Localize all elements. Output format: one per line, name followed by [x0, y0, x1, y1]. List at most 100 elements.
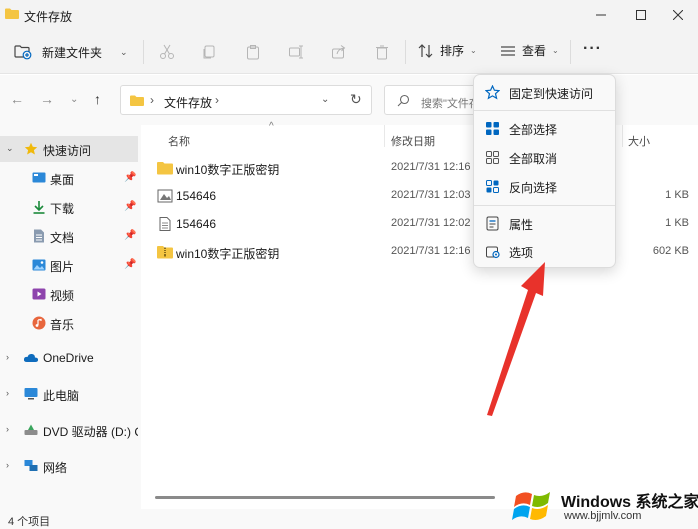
menu-item-pin-to-quick-access[interactable]: 固定到快速访问 — [478, 78, 612, 106]
back-arrow-icon[interactable]: ← — [10, 91, 24, 107]
properties-icon — [486, 216, 499, 231]
menu-item-select-none[interactable]: 全部取消 — [478, 143, 612, 171]
copy-icon — [203, 45, 215, 59]
search-placeholder: 搜索"文件存 — [421, 98, 480, 110]
sidebar-item-onedrive[interactable]: › OneDrive — [0, 345, 138, 371]
chevron-down-icon[interactable]: ⌄ — [6, 143, 14, 154]
column-header-size[interactable]: 大小 — [628, 133, 650, 149]
address-bar[interactable]: › 文件存放 › ⌄ — [120, 85, 372, 115]
recent-locations-chevron-icon[interactable]: ⌄ — [70, 94, 78, 105]
music-icon — [32, 316, 46, 330]
view-button[interactable]: 查看 ⌄ — [500, 42, 559, 59]
image-file-icon — [157, 189, 173, 203]
sidebar-item-this-pc[interactable]: › 此电脑 — [0, 381, 138, 407]
file-date: 2021/7/31 12:02 — [391, 217, 471, 229]
close-button[interactable] — [658, 0, 698, 30]
sidebar-item-label: 桌面 — [50, 173, 75, 187]
pin-icon: 📌 — [124, 259, 137, 270]
forward-arrow-icon[interactable]: → — [40, 91, 54, 107]
invert-selection-icon — [486, 180, 499, 193]
sidebar-item-desktop[interactable]: 桌面 📌 — [0, 165, 138, 191]
chevron-down-icon[interactable]: ⌄ — [321, 94, 329, 105]
sidebar-item-label: 此电脑 — [43, 389, 80, 403]
sidebar-item-label: 网络 — [43, 461, 68, 475]
windows-logo-icon — [512, 492, 550, 520]
close-icon — [673, 10, 683, 20]
picture-icon — [32, 259, 46, 271]
column-divider[interactable] — [384, 125, 385, 147]
scissors-icon — [160, 44, 174, 59]
sidebar-item-videos[interactable]: 视频 — [0, 281, 138, 307]
sidebar-item-pictures[interactable]: 图片 📌 — [0, 252, 138, 278]
sidebar-item-dvd-drive[interactable]: › DVD 驱动器 (D:) CF — [0, 417, 138, 443]
copy-button[interactable] — [199, 42, 219, 62]
horizontal-scrollbar[interactable] — [155, 496, 495, 499]
title-bar: 文件存放 — [0, 0, 698, 30]
desktop-icon — [32, 172, 46, 183]
zip-folder-icon — [157, 246, 173, 259]
breadcrumb[interactable]: 文件存放 — [164, 94, 212, 111]
file-name: 154646 — [176, 217, 217, 231]
paste-icon — [247, 45, 259, 60]
chevron-down-icon: ⌄ — [552, 46, 559, 55]
sidebar-item-label: 文档 — [50, 231, 75, 245]
share-icon — [332, 45, 346, 59]
chevron-right-icon[interactable]: › — [6, 352, 9, 362]
menu-item-options[interactable]: 选项 — [478, 237, 612, 265]
file-date: 2021/7/31 12:16 — [391, 161, 471, 173]
file-size: 1 KB — [665, 189, 689, 201]
menu-item-select-all[interactable]: 全部选择 — [478, 114, 612, 142]
sort-label: 排序 — [440, 44, 465, 58]
chevron-down-icon: ⌄ — [120, 46, 128, 57]
menu-item-label: 固定到快速访问 — [509, 87, 594, 101]
command-bar: 新建文件夹 ⌄ 排序 ⌄ 查看 ⌄ ··· — [0, 30, 698, 74]
folder-icon — [5, 8, 19, 19]
menu-item-label: 全部选择 — [509, 123, 558, 137]
chevron-right-icon[interactable]: › — [6, 460, 9, 470]
file-name: win10数字正版密钥 — [176, 163, 280, 177]
menu-item-label: 反向选择 — [509, 181, 558, 195]
sort-button[interactable]: 排序 ⌄ — [418, 42, 477, 59]
sidebar-item-music[interactable]: 音乐 — [0, 310, 138, 336]
paste-button[interactable] — [243, 42, 263, 62]
more-options-menu: 固定到快速访问 全部选择 全部取消 反向选择 属性 选项 — [473, 74, 616, 268]
delete-button[interactable] — [372, 42, 392, 62]
more-options-button[interactable]: ··· — [583, 40, 602, 58]
menu-item-properties[interactable]: 属性 — [478, 209, 612, 237]
sidebar-item-label: 下载 — [50, 202, 75, 216]
file-date: 2021/7/31 12:03 — [391, 189, 471, 201]
search-input[interactable]: 搜索"文件存 — [384, 85, 482, 115]
sidebar-item-label: 快速访问 — [43, 144, 92, 158]
refresh-icon[interactable]: ↻ — [350, 91, 362, 108]
options-icon — [486, 246, 500, 259]
column-header-date[interactable]: 修改日期 — [391, 133, 435, 149]
pin-star-icon — [485, 85, 500, 100]
sort-icon — [418, 43, 433, 58]
column-divider[interactable] — [622, 125, 623, 147]
chevron-right-icon[interactable]: › — [6, 388, 9, 398]
menu-item-label: 属性 — [509, 218, 534, 232]
sidebar-item-downloads[interactable]: 下载 📌 — [0, 194, 138, 220]
sort-ascending-icon: ^ — [269, 121, 274, 132]
share-button[interactable] — [329, 42, 349, 62]
menu-item-label: 全部取消 — [509, 152, 558, 166]
window-title: 文件存放 — [24, 10, 73, 24]
menu-item-invert-selection[interactable]: 反向选择 — [478, 172, 612, 200]
breadcrumb-separator[interactable]: › — [215, 93, 219, 107]
video-icon — [32, 288, 46, 300]
rename-button[interactable] — [286, 42, 306, 62]
new-folder-button[interactable]: 新建文件夹 ⌄ — [14, 39, 128, 65]
chevron-right-icon[interactable]: › — [6, 424, 9, 434]
download-icon — [33, 201, 45, 214]
sidebar-item-documents[interactable]: 文档 📌 — [0, 223, 138, 249]
column-header-name[interactable]: 名称 — [168, 133, 190, 149]
select-all-icon — [486, 122, 499, 135]
sidebar-item-quick-access[interactable]: ⌄ 快速访问 — [0, 136, 138, 162]
document-icon — [34, 229, 44, 243]
new-folder-label: 新建文件夹 — [42, 45, 103, 60]
up-arrow-icon[interactable]: ↑ — [94, 91, 101, 107]
new-folder-icon — [14, 45, 32, 60]
sidebar-item-network[interactable]: › 网络 — [0, 453, 138, 479]
computer-icon — [24, 388, 38, 400]
cut-button[interactable] — [157, 42, 177, 62]
